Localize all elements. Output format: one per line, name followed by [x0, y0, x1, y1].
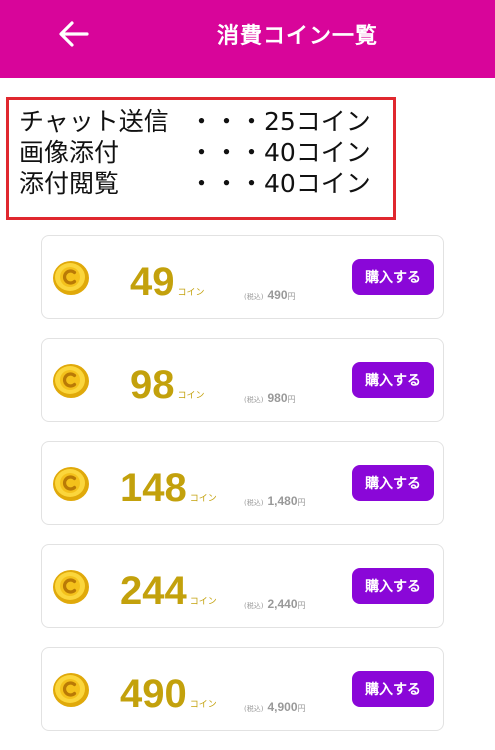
coin-unit-label: コイン: [177, 288, 205, 298]
pack-price: (税込) 2,440円: [244, 593, 306, 612]
pack-price: (税込) 980円: [244, 387, 296, 406]
consumption-item-cost: ・・・40コイン: [189, 138, 371, 167]
tax-included-label: (税込): [244, 705, 264, 713]
coin-amount-value: 98: [130, 363, 175, 407]
coin-icon: [53, 364, 89, 398]
pack-price: (税込) 490円: [244, 284, 296, 303]
tax-included-label: (税込): [244, 499, 264, 507]
coin-amount: 49 コイン: [130, 254, 205, 302]
coin-amount: 148 コイン: [120, 460, 217, 508]
coin-unit-label: コイン: [189, 700, 217, 710]
coin-icon: [53, 467, 89, 501]
pack-price: (税込) 4,900円: [244, 696, 306, 715]
coin-amount-value: 49: [130, 260, 175, 304]
consumption-item-name: 画像添付: [19, 138, 120, 167]
pack-price: (税込) 1,480円: [244, 490, 306, 509]
consumption-row: チャット送信 ・・・25コイン: [19, 106, 393, 137]
price-value: 980: [267, 391, 288, 405]
coin-pack-card: 244 コイン (税込) 2,440円 購入する: [41, 544, 444, 628]
price-value: 1,480: [267, 494, 298, 508]
buy-button[interactable]: 購入する: [352, 362, 434, 398]
coin-amount-value: 244: [120, 569, 187, 613]
consumption-item-name: チャット送信: [19, 107, 169, 136]
coin-pack-card: 490 コイン (税込) 4,900円 購入する: [41, 647, 444, 731]
coin-amount-value: 490: [120, 672, 187, 716]
coin-pack-card: 98 コイン (税込) 980円 購入する: [41, 338, 444, 422]
coin-unit-label: コイン: [189, 597, 217, 607]
coin-pack-card: 148 コイン (税込) 1,480円 購入する: [41, 441, 444, 525]
buy-button[interactable]: 購入する: [352, 671, 434, 707]
price-value: 490: [267, 288, 288, 302]
yen-label: 円: [287, 292, 296, 301]
coin-amount-value: 148: [120, 466, 187, 510]
buy-button[interactable]: 購入する: [352, 568, 434, 604]
yen-label: 円: [287, 395, 296, 404]
coin-consumption-info: チャット送信 ・・・25コイン 画像添付 ・・・40コイン 添付閲覧 ・・・40…: [6, 97, 396, 220]
consumption-item-cost: ・・・40コイン: [189, 169, 371, 198]
coin-pack-list: 49 コイン (税込) 490円 購入する 98 コイン (税込) 980円 購入する …: [41, 235, 444, 750]
buy-button[interactable]: 購入する: [352, 259, 434, 295]
app-header: 消費コイン一覧: [0, 0, 495, 78]
coin-amount: 244 コイン: [120, 563, 217, 611]
coin-pack-card: 49 コイン (税込) 490円 購入する: [41, 235, 444, 319]
coin-icon: [53, 673, 89, 707]
price-value: 2,440: [267, 597, 298, 611]
tax-included-label: (税込): [244, 396, 264, 404]
yen-label: 円: [297, 498, 306, 507]
coin-icon: [53, 570, 89, 604]
coin-amount: 98 コイン: [130, 357, 205, 405]
consumption-row: 画像添付 ・・・40コイン: [19, 137, 393, 168]
buy-button[interactable]: 購入する: [352, 465, 434, 501]
consumption-item-name: 添付閲覧: [19, 169, 120, 198]
coin-icon: [53, 261, 89, 295]
page-title: 消費コイン一覧: [216, 24, 378, 49]
coin-unit-label: コイン: [189, 494, 217, 504]
yen-label: 円: [297, 704, 306, 713]
coin-unit-label: コイン: [177, 391, 205, 401]
tax-included-label: (税込): [244, 293, 264, 301]
consumption-item-cost: ・・・25コイン: [189, 107, 371, 136]
price-value: 4,900: [267, 700, 298, 714]
consumption-row: 添付閲覧 ・・・40コイン: [19, 168, 393, 199]
yen-label: 円: [297, 601, 306, 610]
tax-included-label: (税込): [244, 602, 264, 610]
coin-amount: 490 コイン: [120, 666, 217, 714]
